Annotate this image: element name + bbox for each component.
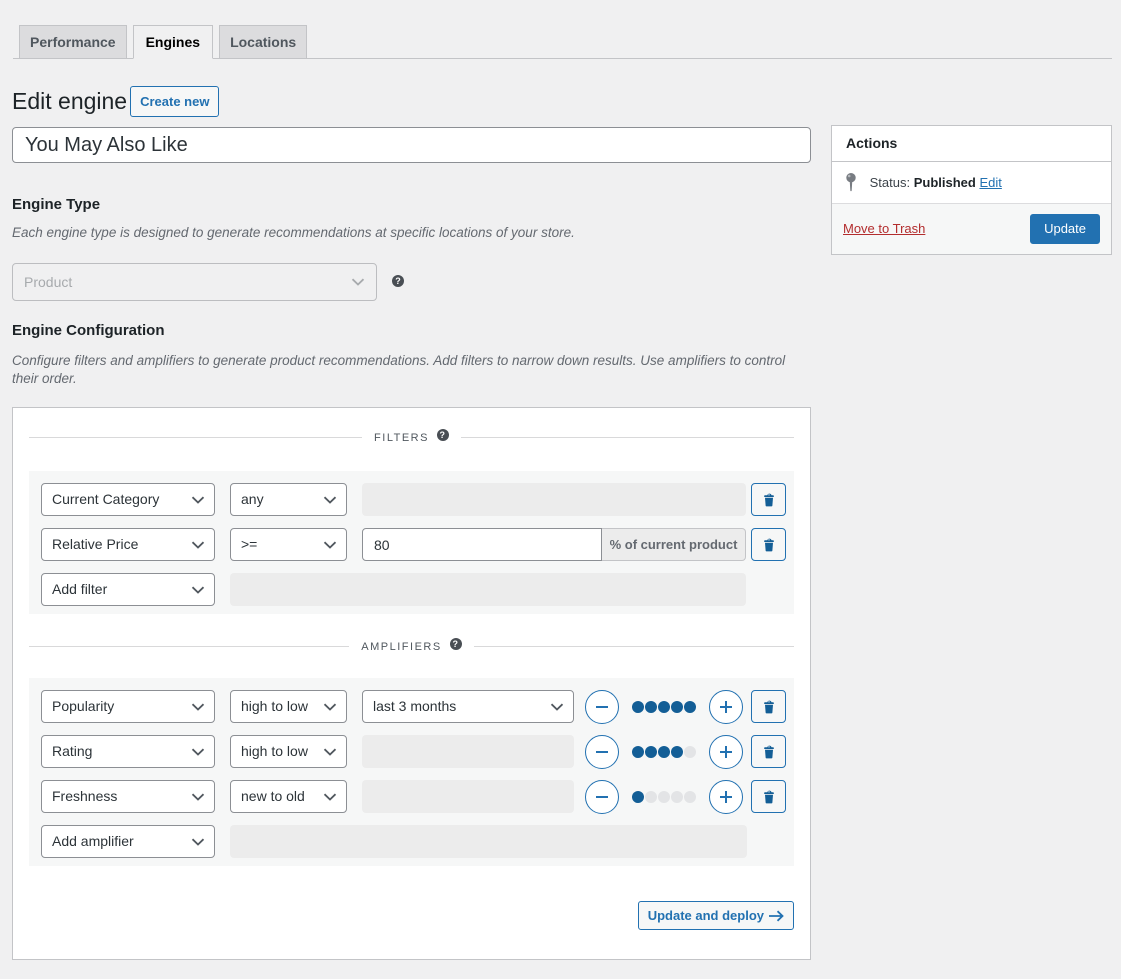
svg-text:?: ? (452, 639, 459, 649)
svg-text:?: ? (439, 430, 446, 440)
svg-text:?: ? (395, 276, 401, 286)
